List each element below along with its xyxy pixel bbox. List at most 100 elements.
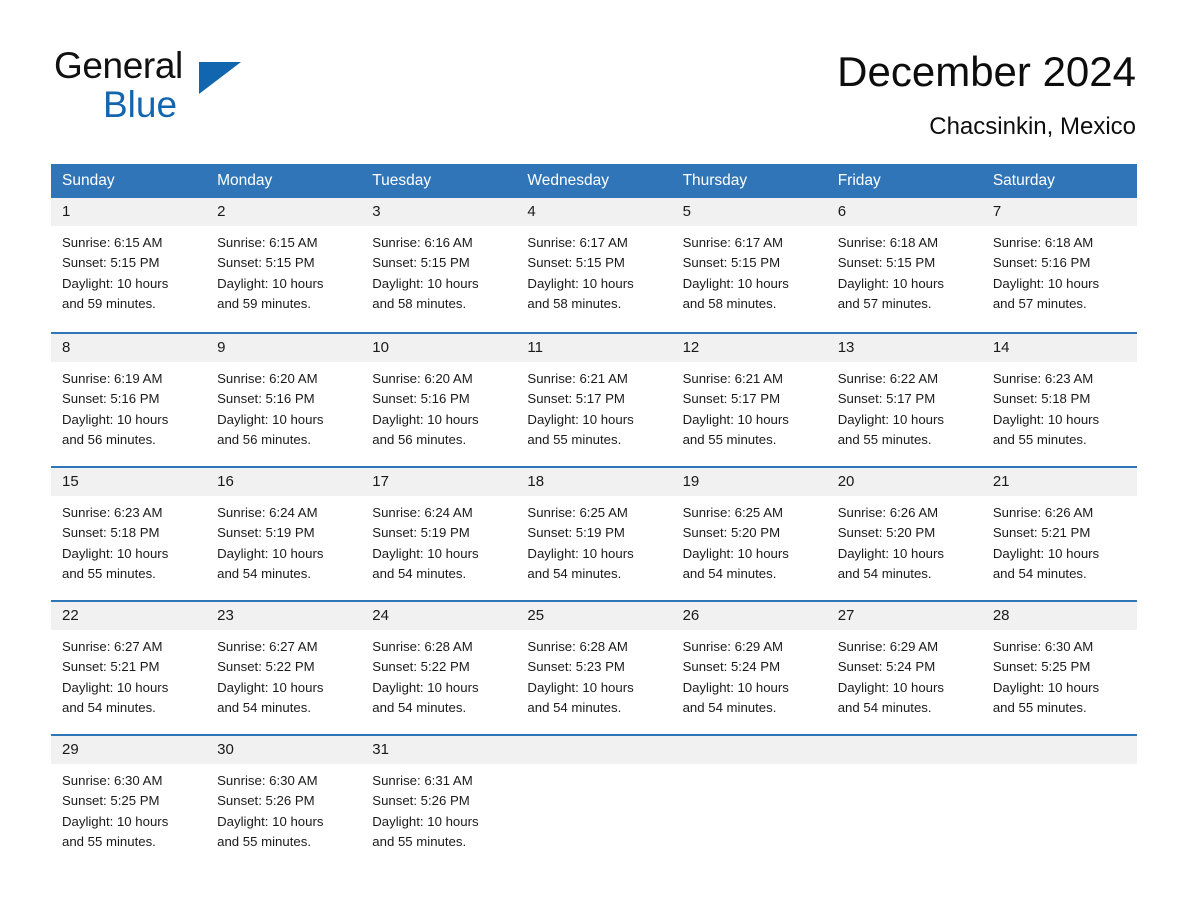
detail-daylight2: and 54 minutes. (837, 565, 932, 581)
day-cell-inner: 13 Sunrise: 6:22 AM Sunset: 5:17 PM Dayligh… (826, 332, 982, 466)
detail-daylight2: and 54 minutes. (527, 565, 622, 581)
calendar-empty-cell (516, 734, 672, 868)
day-cell-inner: 28 Sunrise: 6:30 AM Sunset: 5:25 PM Dayligh… (981, 600, 1137, 734)
calendar-day-cell[interactable]: 16 Sunrise: 6:24 AM Sunset: 5:19 PM Dayligh… (206, 466, 362, 600)
day-number: 21 (981, 468, 1137, 496)
day-details: Sunrise: 6:23 AM Sunset: 5:18 PM Daylight:… (982, 362, 1137, 450)
detail-sunset: Sunset: 5:21 PM (62, 659, 160, 675)
calendar-day-cell[interactable]: 22 Sunrise: 6:27 AM Sunset: 5:21 PM Dayligh… (51, 600, 207, 734)
weekday-header-monday: Monday (206, 164, 362, 198)
detail-daylight2: and 55 minutes. (682, 431, 777, 447)
calendar-empty-cell (671, 734, 827, 868)
day-details: Sunrise: 6:21 AM Sunset: 5:17 PM Daylight:… (516, 362, 671, 450)
calendar-day-cell[interactable]: 2 Sunrise: 6:15 AM Sunset: 5:15 PM Daylight… (206, 198, 362, 332)
calendar-day-cell[interactable]: 29 Sunrise: 6:30 AM Sunset: 5:25 PM Dayligh… (51, 734, 207, 868)
calendar-day-cell[interactable]: 31 Sunrise: 6:31 AM Sunset: 5:26 PM Dayligh… (361, 734, 517, 868)
detail-sunrise: Sunrise: 6:15 AM (62, 235, 163, 250)
detail-daylight2: and 55 minutes. (62, 565, 156, 581)
detail-daylight1: Daylight: 10 hours (372, 411, 479, 427)
day-details: Sunrise: 6:28 AM Sunset: 5:22 PM Daylight:… (361, 630, 516, 718)
calendar-day-cell[interactable]: 5 Sunrise: 6:17 AM Sunset: 5:15 PM Daylight… (671, 198, 827, 332)
day-number: 19 (671, 468, 827, 496)
calendar-day-cell[interactable]: 21 Sunrise: 6:26 AM Sunset: 5:21 PM Dayligh… (981, 466, 1137, 600)
calendar-day-cell[interactable]: 4 Sunrise: 6:17 AM Sunset: 5:15 PM Daylight… (516, 198, 672, 332)
day-cell-inner: 7 Sunrise: 6:18 AM Sunset: 5:16 PM Daylight… (981, 198, 1137, 332)
detail-sunrise: Sunrise: 6:24 AM (217, 505, 318, 520)
calendar-day-cell[interactable]: 26 Sunrise: 6:29 AM Sunset: 5:24 PM Dayligh… (671, 600, 827, 734)
day-details: Sunrise: 6:30 AM Sunset: 5:25 PM Daylight:… (51, 764, 206, 852)
detail-sunrise: Sunrise: 6:23 AM (992, 371, 1094, 386)
calendar-day-cell[interactable]: 7 Sunrise: 6:18 AM Sunset: 5:16 PM Daylight… (981, 198, 1137, 332)
day-cell-inner: 14 Sunrise: 6:23 AM Sunset: 5:18 PM Dayligh… (981, 332, 1137, 466)
detail-daylight2: and 55 minutes. (372, 833, 467, 849)
day-cell-inner (516, 734, 672, 868)
detail-sunset: Sunset: 5:15 PM (217, 255, 315, 271)
detail-sunrise: Sunrise: 6:29 AM (682, 639, 783, 654)
detail-daylight2: and 57 minutes. (992, 295, 1087, 311)
detail-daylight2: and 55 minutes. (217, 833, 311, 849)
detail-sunset: Sunset: 5:15 PM (62, 255, 160, 271)
detail-daylight2: and 55 minutes. (62, 833, 156, 849)
day-number: 23 (206, 602, 362, 630)
title-block: December 2024 Chacsinkin, Mexico (837, 44, 1136, 144)
day-details: Sunrise: 6:24 AM Sunset: 5:19 PM Daylight:… (206, 496, 361, 584)
calendar-day-cell[interactable]: 8 Sunrise: 6:19 AM Sunset: 5:16 PM Daylight… (51, 332, 207, 466)
calendar-day-cell[interactable]: 24 Sunrise: 6:28 AM Sunset: 5:22 PM Dayligh… (361, 600, 517, 734)
day-details: Sunrise: 6:24 AM Sunset: 5:19 PM Daylight:… (361, 496, 516, 584)
detail-daylight2: and 56 minutes. (372, 431, 467, 447)
calendar-day-cell[interactable]: 23 Sunrise: 6:27 AM Sunset: 5:22 PM Dayligh… (206, 600, 362, 734)
calendar-day-cell[interactable]: 19 Sunrise: 6:25 AM Sunset: 5:20 PM Dayligh… (671, 466, 827, 600)
detail-sunset: Sunset: 5:24 PM (682, 659, 781, 675)
day-cell-inner: 6 Sunrise: 6:18 AM Sunset: 5:15 PM Daylight… (826, 198, 982, 332)
day-cell-inner: 4 Sunrise: 6:17 AM Sunset: 5:15 PM Daylight… (516, 198, 672, 332)
calendar-day-cell[interactable]: 20 Sunrise: 6:26 AM Sunset: 5:20 PM Dayligh… (826, 466, 982, 600)
detail-daylight2: and 54 minutes. (682, 565, 777, 581)
detail-daylight2: and 58 minutes. (372, 295, 467, 311)
day-cell-inner: 8 Sunrise: 6:19 AM Sunset: 5:16 PM Daylight… (51, 332, 207, 466)
calendar-day-cell[interactable]: 17 Sunrise: 6:24 AM Sunset: 5:19 PM Dayligh… (361, 466, 517, 600)
calendar-day-cell[interactable]: 13 Sunrise: 6:22 AM Sunset: 5:17 PM Dayligh… (826, 332, 982, 466)
calendar-day-cell[interactable]: 12 Sunrise: 6:21 AM Sunset: 5:17 PM Dayligh… (671, 332, 827, 466)
detail-daylight2: and 59 minutes. (62, 295, 156, 311)
calendar-day-cell[interactable]: 27 Sunrise: 6:29 AM Sunset: 5:24 PM Dayligh… (826, 600, 982, 734)
detail-sunset: Sunset: 5:16 PM (372, 391, 470, 407)
calendar-day-cell[interactable]: 15 Sunrise: 6:23 AM Sunset: 5:18 PM Dayligh… (51, 466, 207, 600)
calendar-day-cell[interactable]: 30 Sunrise: 6:30 AM Sunset: 5:26 PM Dayligh… (206, 734, 362, 868)
detail-sunrise: Sunrise: 6:18 AM (992, 235, 1094, 250)
day-number: 20 (826, 468, 982, 496)
detail-sunrise: Sunrise: 6:17 AM (527, 235, 628, 250)
calendar-day-cell[interactable]: 18 Sunrise: 6:25 AM Sunset: 5:19 PM Dayligh… (516, 466, 672, 600)
detail-daylight1: Daylight: 10 hours (837, 679, 944, 695)
day-cell-inner: 16 Sunrise: 6:24 AM Sunset: 5:19 PM Dayligh… (206, 466, 362, 600)
calendar-day-cell[interactable]: 10 Sunrise: 6:20 AM Sunset: 5:16 PM Dayligh… (361, 332, 517, 466)
calendar-day-cell[interactable]: 3 Sunrise: 6:16 AM Sunset: 5:15 PM Daylight… (361, 198, 517, 332)
calendar-day-cell[interactable]: 14 Sunrise: 6:23 AM Sunset: 5:18 PM Dayligh… (981, 332, 1137, 466)
day-details (982, 764, 1137, 771)
day-cell-inner (981, 734, 1137, 868)
detail-sunset: Sunset: 5:19 PM (527, 525, 625, 541)
day-details: Sunrise: 6:18 AM Sunset: 5:15 PM Daylight:… (827, 226, 982, 314)
detail-sunset: Sunset: 5:24 PM (837, 659, 936, 675)
detail-daylight2: and 55 minutes. (992, 699, 1087, 715)
calendar-day-cell[interactable]: 28 Sunrise: 6:30 AM Sunset: 5:25 PM Dayligh… (981, 600, 1137, 734)
detail-sunrise: Sunrise: 6:26 AM (992, 505, 1094, 520)
calendar-day-cell[interactable]: 1 Sunrise: 6:15 AM Sunset: 5:15 PM Daylight… (51, 198, 207, 332)
detail-daylight1: Daylight: 10 hours (217, 411, 324, 427)
day-cell-inner: 9 Sunrise: 6:20 AM Sunset: 5:16 PM Daylight… (206, 332, 362, 466)
calendar-page: General Blue December 2024 Chacsinkin, M… (0, 0, 1188, 918)
detail-sunrise: Sunrise: 6:30 AM (217, 773, 318, 788)
day-number: 7 (981, 198, 1137, 226)
day-cell-inner: 20 Sunrise: 6:26 AM Sunset: 5:20 PM Dayligh… (826, 466, 982, 600)
calendar-day-cell[interactable]: 25 Sunrise: 6:28 AM Sunset: 5:23 PM Dayligh… (516, 600, 672, 734)
detail-sunrise: Sunrise: 6:31 AM (372, 773, 473, 788)
day-details: Sunrise: 6:20 AM Sunset: 5:16 PM Daylight:… (361, 362, 516, 450)
calendar-week-row: 29 Sunrise: 6:30 AM Sunset: 5:25 PM Dayligh… (51, 734, 1137, 868)
calendar-day-cell[interactable]: 9 Sunrise: 6:20 AM Sunset: 5:16 PM Daylight… (206, 332, 362, 466)
calendar-day-cell[interactable]: 6 Sunrise: 6:18 AM Sunset: 5:15 PM Daylight… (826, 198, 982, 332)
detail-sunset: Sunset: 5:17 PM (837, 391, 936, 407)
detail-sunset: Sunset: 5:22 PM (372, 659, 470, 675)
day-details: Sunrise: 6:28 AM Sunset: 5:23 PM Daylight:… (516, 630, 671, 718)
calendar-day-cell[interactable]: 11 Sunrise: 6:21 AM Sunset: 5:17 PM Dayligh… (516, 332, 672, 466)
day-cell-inner: 10 Sunrise: 6:20 AM Sunset: 5:16 PM Dayligh… (361, 332, 517, 466)
detail-sunset: Sunset: 5:15 PM (527, 255, 625, 271)
